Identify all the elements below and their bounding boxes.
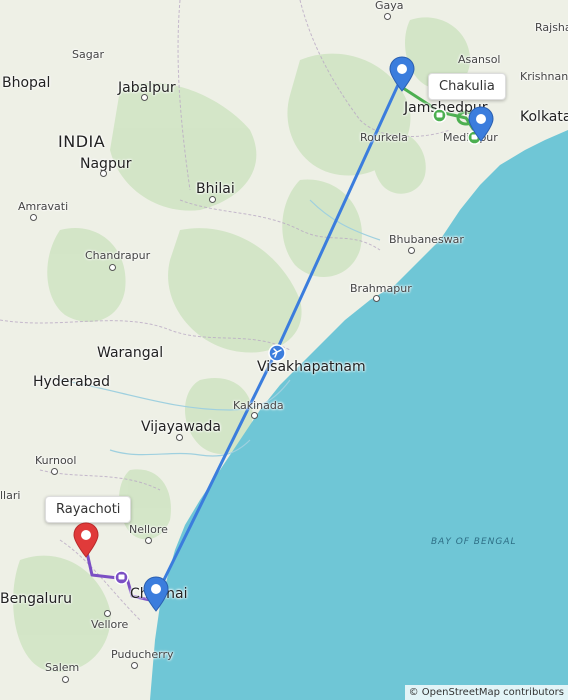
city-dot-kakinada [251, 412, 258, 419]
place-label-bellary: llari [0, 489, 21, 502]
bus-stop-icon-origin-1[interactable] [432, 108, 447, 123]
place-label-asansol: Asansol [458, 53, 501, 66]
place-label-gaya: Gaya [375, 0, 404, 12]
place-label-rourkela: Rourkela [360, 131, 408, 144]
city-dot-vellore [104, 610, 111, 617]
country-label-india: INDIA [58, 132, 106, 151]
place-label-krishnanagar: Krishnana [520, 70, 568, 83]
place-label-rajshahi: Rajsha [535, 21, 568, 34]
place-label-amravati: Amravati [18, 200, 69, 213]
place-label-vellore: Vellore [91, 618, 129, 631]
city-dot-bhilai [209, 196, 216, 203]
place-label-brahmapur: Brahmapur [350, 282, 412, 295]
city-dot-nagpur [100, 170, 107, 177]
place-label-vijayawada: Vijayawada [141, 419, 221, 435]
map-pin-icon-rayachoti[interactable] [72, 522, 100, 558]
place-label-kurnool: Kurnool [35, 454, 77, 467]
city-dot-jabalpur [141, 94, 148, 101]
place-label-chandrapur: Chandrapur [85, 249, 151, 262]
city-dot-amravati [30, 214, 37, 221]
map-pin-icon-chennai[interactable] [142, 576, 170, 612]
sea-label-bay-of-bengal: BAY OF BENGAL [431, 537, 517, 547]
place-label-hyderabad: Hyderabad [33, 374, 110, 390]
origin-callout[interactable]: Chakulia [428, 73, 506, 100]
place-label-bengaluru: Bengaluru [0, 591, 72, 607]
city-dot-bhubaneswar [408, 247, 415, 254]
place-label-jabalpur: Jabalpur [118, 80, 176, 96]
place-label-sagar: Sagar [72, 48, 104, 61]
destination-callout[interactable]: Rayachoti [45, 496, 132, 523]
airport-icon[interactable] [268, 344, 286, 362]
city-dot-chandrapur [109, 264, 116, 271]
place-label-warangal: Warangal [97, 345, 164, 361]
place-label-bhubaneswar: Bhubaneswar [389, 233, 464, 246]
place-label-nellore: Nellore [129, 523, 168, 536]
map-pin-icon-chakulia[interactable] [467, 106, 495, 142]
place-label-kolkata: Kolkata [520, 109, 568, 125]
bus-stop-icon-destination[interactable] [114, 570, 129, 585]
map-pin-icon-jamshedpur[interactable] [388, 56, 416, 92]
city-dot-kurnool [51, 468, 58, 475]
city-dot-vijayawada [176, 434, 183, 441]
attribution[interactable]: © OpenStreetMap contributors [404, 685, 568, 700]
city-dot-nellore [145, 537, 152, 544]
place-label-bhopal: Bhopal [2, 75, 51, 91]
city-dot-gaya [384, 13, 391, 20]
city-dot-brahmapur [373, 295, 380, 302]
place-label-bhilai: Bhilai [196, 181, 235, 197]
place-label-kakinada: Kakinada [233, 399, 284, 412]
place-label-puducherry: Puducherry [111, 648, 174, 661]
city-dot-salem [62, 676, 69, 683]
city-dot-puducherry [131, 662, 138, 669]
place-label-nagpur: Nagpur [80, 156, 132, 172]
place-label-salem: Salem [45, 661, 80, 674]
map-canvas[interactable]: Gaya Rajsha Sagar Asansol Bhopal Jabalpu… [0, 0, 568, 700]
place-label-visakhapatnam: Visakhapatnam [257, 359, 366, 375]
